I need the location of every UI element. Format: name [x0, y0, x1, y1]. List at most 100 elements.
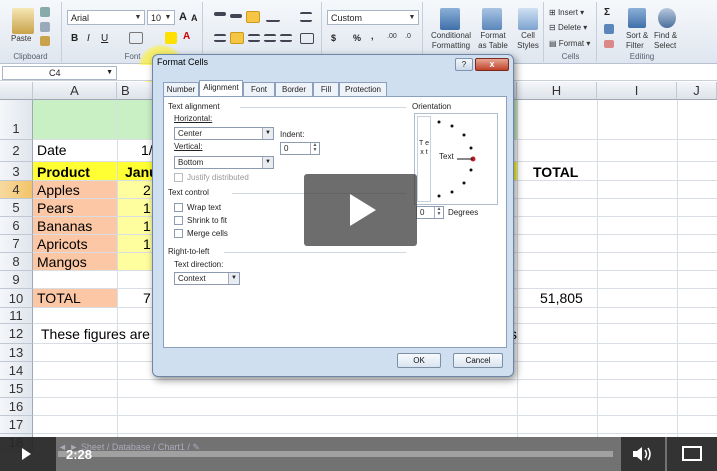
find-select-icon[interactable]: [658, 8, 676, 28]
horizontal-select[interactable]: Center ▼: [174, 127, 274, 140]
number-format-combo[interactable]: Custom ▼: [327, 10, 419, 25]
row-header-13[interactable]: 13: [0, 344, 33, 362]
cell-b6[interactable]: 1: [143, 218, 151, 234]
column-header-a[interactable]: A: [33, 82, 117, 100]
tab-alignment[interactable]: Alignment: [199, 80, 243, 96]
cell-styles-icon[interactable]: [518, 8, 538, 30]
vertical-select[interactable]: Bottom ▼: [174, 156, 274, 169]
text-direction-select[interactable]: Context ▼: [174, 272, 240, 285]
cell-a10[interactable]: TOTAL: [37, 290, 81, 306]
cell-b7[interactable]: 1: [143, 236, 151, 252]
format-button[interactable]: ▤ Format ▾: [549, 39, 590, 48]
fill-color-icon[interactable]: [165, 32, 177, 44]
cell-h3[interactable]: TOTAL: [533, 164, 578, 180]
font-color-icon[interactable]: A: [183, 31, 190, 42]
format-as-table-label-2[interactable]: as Table: [476, 41, 510, 50]
underline-button[interactable]: U: [101, 33, 108, 44]
align-bottom-icon[interactable]: [246, 11, 260, 23]
conditional-formatting-label-2[interactable]: Formatting: [428, 41, 474, 50]
orientation-icon[interactable]: [266, 12, 280, 22]
align-middle-icon[interactable]: [230, 14, 242, 18]
delete-button[interactable]: ⊟ Delete ▾: [549, 23, 587, 32]
format-as-table-icon[interactable]: [482, 8, 502, 30]
cell-b10[interactable]: 7: [143, 290, 151, 306]
fullscreen-button[interactable]: [667, 437, 717, 471]
format-painter-icon[interactable]: [40, 36, 50, 46]
font-size-combo[interactable]: 10 ▼: [147, 10, 175, 25]
insert-button[interactable]: ⊞ Insert ▾: [549, 8, 584, 17]
cancel-button[interactable]: Cancel: [453, 353, 503, 368]
row-header-15[interactable]: 15: [0, 380, 33, 398]
clear-icon[interactable]: [604, 40, 614, 48]
progress-track[interactable]: [58, 451, 613, 457]
cell-a7[interactable]: Apricots: [37, 236, 88, 252]
name-box[interactable]: C4 ▼: [2, 66, 117, 80]
spinner-arrows-icon[interactable]: ▲ ▼: [310, 143, 319, 154]
borders-icon[interactable]: [129, 32, 143, 44]
shrink-to-fit-checkbox[interactable]: [174, 216, 183, 225]
cell-a5[interactable]: Pears: [37, 200, 74, 216]
column-header-i[interactable]: I: [597, 82, 677, 100]
wrap-text-icon[interactable]: [300, 12, 312, 22]
merge-center-icon[interactable]: [300, 33, 314, 44]
vertical-text-button[interactable]: T e x t: [417, 116, 431, 202]
sort-filter-icon[interactable]: [628, 8, 646, 28]
justify-distributed-checkbox[interactable]: [174, 173, 183, 182]
percent-style-button[interactable]: %: [353, 33, 361, 43]
wrap-text-checkbox[interactable]: [174, 203, 183, 212]
column-header-b[interactable]: B: [117, 82, 157, 100]
row-header-12[interactable]: 12: [0, 324, 33, 344]
decrease-indent-icon[interactable]: [264, 34, 276, 42]
row-header-14[interactable]: 14: [0, 362, 33, 380]
merge-cells-checkbox[interactable]: [174, 229, 183, 238]
cell-styles-label-2[interactable]: Styles: [514, 41, 542, 50]
row-header-10[interactable]: 10: [0, 289, 33, 308]
shrink-font-icon[interactable]: A: [191, 13, 198, 23]
tab-font[interactable]: Font: [243, 82, 275, 96]
cell-a6[interactable]: Bananas: [37, 218, 92, 234]
tab-fill[interactable]: Fill: [313, 82, 339, 96]
conditional-formatting-label-1[interactable]: Conditional: [428, 31, 474, 40]
sort-filter-label-2[interactable]: Filter: [626, 41, 644, 50]
select-all-corner[interactable]: [0, 82, 33, 100]
column-header-j[interactable]: J: [677, 82, 717, 100]
accounting-format-button[interactable]: $: [331, 33, 336, 43]
comma-style-button[interactable]: ,: [371, 31, 374, 41]
cell-b2[interactable]: 1/: [141, 142, 153, 158]
align-left-icon[interactable]: [214, 34, 226, 42]
cell-a2[interactable]: Date: [37, 142, 67, 158]
row-header-1[interactable]: 1: [0, 100, 33, 140]
cell-a3[interactable]: Product: [37, 164, 90, 180]
autosum-icon[interactable]: Σ: [604, 7, 610, 18]
cut-icon[interactable]: [40, 7, 50, 17]
ok-button[interactable]: OK: [397, 353, 441, 368]
increase-indent-icon[interactable]: [280, 34, 292, 42]
close-button[interactable]: x: [475, 58, 509, 71]
cell-b5[interactable]: 1: [143, 200, 151, 216]
volume-button[interactable]: [621, 437, 665, 471]
tab-protection[interactable]: Protection: [339, 82, 387, 96]
paste-button[interactable]: Paste: [11, 34, 31, 43]
help-button[interactable]: ?: [455, 58, 473, 71]
row-header-3[interactable]: 3: [0, 162, 33, 181]
sort-filter-label-1[interactable]: Sort &: [626, 31, 648, 40]
row-header-6[interactable]: 6: [0, 217, 33, 235]
align-right-icon[interactable]: [248, 34, 260, 42]
row-header-4[interactable]: 4: [0, 181, 33, 199]
degrees-stepper[interactable]: 0 ▲ ▼: [416, 206, 444, 219]
tab-number[interactable]: Number: [163, 82, 199, 96]
row-header-5[interactable]: 5: [0, 199, 33, 217]
spinner-arrows-icon[interactable]: ▲ ▼: [434, 207, 443, 218]
conditional-formatting-icon[interactable]: [440, 8, 460, 30]
tab-border[interactable]: Border: [275, 82, 313, 96]
indent-stepper[interactable]: 0 ▲ ▼: [280, 142, 320, 155]
row-header-7[interactable]: 7: [0, 235, 33, 253]
cell-a4[interactable]: Apples: [37, 182, 80, 198]
cell-a12[interactable]: These figures are: [41, 326, 150, 342]
row-header-2[interactable]: 2: [0, 140, 33, 162]
row-header-9[interactable]: 9: [0, 271, 33, 289]
font-name-combo[interactable]: Arial ▼: [67, 10, 145, 25]
play-pause-button[interactable]: [0, 437, 56, 471]
cell-b4[interactable]: 2: [143, 182, 151, 198]
find-select-label-2[interactable]: Select: [654, 41, 676, 50]
